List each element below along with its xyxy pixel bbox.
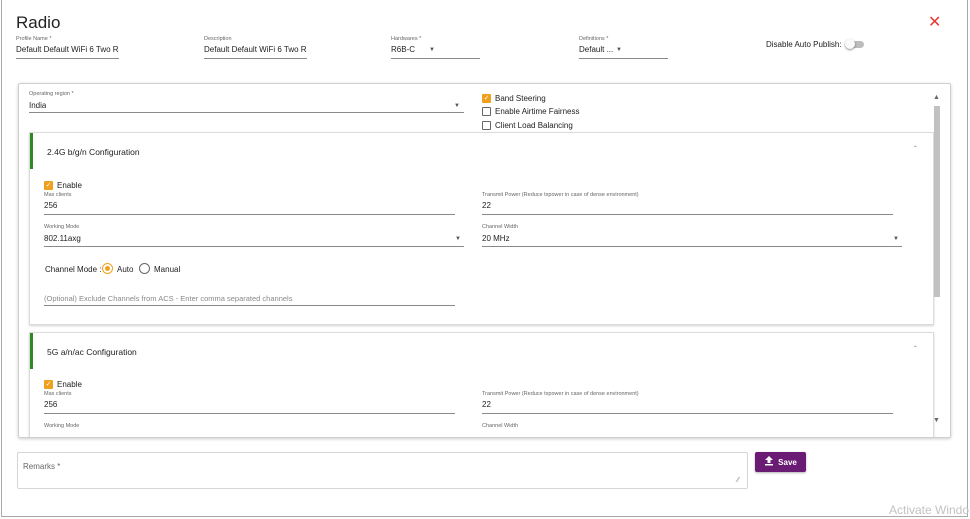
channel-width-label: Channel Width xyxy=(482,423,519,429)
remarks-label: Remarks * xyxy=(23,462,61,471)
max-clients-field[interactable]: 256 xyxy=(44,400,455,414)
chevron-down-icon: ▼ xyxy=(429,47,435,53)
hardware-select[interactable]: R6B-C ▼ xyxy=(391,45,480,59)
max-clients-field[interactable]: 256 xyxy=(44,201,455,215)
exclude-channels-input[interactable]: (Optional) Exclude Channels from ACS - E… xyxy=(44,291,455,306)
enable-5g-checkbox[interactable]: ✓ xyxy=(44,380,53,389)
card-accent xyxy=(30,133,33,169)
exclude-channels-placeholder: (Optional) Exclude Channels from ACS - E… xyxy=(44,294,293,303)
save-button[interactable]: Save xyxy=(755,452,806,472)
dialog-title: Radio xyxy=(16,13,61,32)
resize-handle-icon[interactable]: ⁄⁄ xyxy=(737,477,739,484)
working-mode-select[interactable]: 802.11axg ▼ xyxy=(44,233,464,247)
description-label: Description xyxy=(204,36,232,42)
radio-dialog: Radio ✕ Profile Name * Default Default W… xyxy=(1,0,970,517)
upload-icon xyxy=(764,456,774,468)
region-label: Operating region * xyxy=(29,91,74,97)
tx-power-label: Transmit Power (Reduce txpower in case o… xyxy=(482,391,639,397)
card-title-2g: 2.4G b/g/n Configuration xyxy=(47,147,140,157)
description-field[interactable]: Default Default WiFi 6 Two Ra xyxy=(204,45,307,59)
enable-5g-label: Enable xyxy=(57,380,82,389)
config-card-2g: 2.4G b/g/n Configuration ˆ ✓ Enable Max … xyxy=(29,132,934,325)
region-select[interactable]: India ▼ xyxy=(29,99,464,113)
remarks-textarea[interactable]: Remarks * ⁄⁄ xyxy=(17,452,748,489)
auto-publish-toggle[interactable] xyxy=(845,39,865,51)
max-clients-label: Max clients xyxy=(44,192,72,198)
chevron-down-icon: ▼ xyxy=(616,47,622,53)
working-mode-label: Working Mode xyxy=(44,423,80,429)
max-clients-label: Max clients xyxy=(44,391,72,397)
client-load-balancing-checkbox[interactable] xyxy=(482,121,491,130)
tx-power-field[interactable]: 22 xyxy=(482,201,893,215)
channel-mode-auto-radio[interactable] xyxy=(102,263,113,274)
chevron-up-icon[interactable]: ˆ xyxy=(914,345,917,354)
tx-power-field[interactable]: 22 xyxy=(482,400,893,414)
client-load-balancing-label: Client Load Balancing xyxy=(495,121,573,130)
scroll-down-arrow[interactable]: ▼ xyxy=(933,417,940,424)
scrollbar-thumb[interactable] xyxy=(934,106,940,297)
hardware-value: R6B-C xyxy=(391,45,416,54)
auto-publish-label: Disable Auto Publish: xyxy=(766,40,842,49)
card-title-5g: 5G a/n/ac Configuration xyxy=(47,347,137,357)
chevron-down-icon: ▼ xyxy=(454,103,460,109)
save-button-label: Save xyxy=(778,457,797,467)
card-accent xyxy=(30,333,33,369)
tx-power-label: Transmit Power (Reduce txpower in case o… xyxy=(482,192,639,198)
working-mode-value: 802.11axg xyxy=(44,234,81,243)
airtime-fairness-checkbox[interactable] xyxy=(482,107,491,116)
channel-width-value: 20 MHz xyxy=(482,234,510,243)
channel-mode-auto-label: Auto xyxy=(117,265,134,274)
channel-width-select[interactable]: 20 MHz ▼ xyxy=(482,233,902,247)
chevron-down-icon: ▼ xyxy=(893,236,899,242)
chevron-down-icon: ▼ xyxy=(455,236,461,242)
definitions-select[interactable]: Default ... ▼ xyxy=(579,45,668,59)
definitions-value: Default ... xyxy=(579,45,614,54)
definitions-label: Definitions * xyxy=(579,36,609,42)
channel-mode-manual-radio[interactable] xyxy=(139,263,150,274)
windows-activation-watermark: Activate Windo xyxy=(889,503,970,517)
band-steering-checkbox[interactable]: ✓ xyxy=(482,94,491,103)
toggle-knob xyxy=(845,39,855,49)
band-steering-label: Band Steering xyxy=(495,94,546,103)
scroll-up-arrow[interactable]: ▲ xyxy=(933,94,940,101)
airtime-fairness-label: Enable Airtime Fairness xyxy=(495,107,580,116)
channel-mode-label: Channel Mode : xyxy=(45,265,102,274)
config-card-5g: 5G a/n/ac Configuration ˆ ✓ Enable Max c… xyxy=(29,332,934,437)
close-icon[interactable]: ✕ xyxy=(928,15,941,31)
profile-name-label: Profile Name * xyxy=(16,36,52,42)
radio-config-panel: Operating region * India ▼ ✓ Band Steeri… xyxy=(18,83,951,438)
channel-width-label: Channel Width xyxy=(482,224,519,230)
hardware-label: Hardwares * xyxy=(391,36,422,42)
working-mode-label: Working Mode xyxy=(44,224,80,230)
chevron-up-icon[interactable]: ˆ xyxy=(914,145,917,154)
profile-name-field[interactable]: Default Default WiFi 6 Two Ra xyxy=(16,45,119,59)
enable-2g-checkbox[interactable]: ✓ xyxy=(44,181,53,190)
enable-2g-label: Enable xyxy=(57,181,82,190)
channel-mode-manual-label: Manual xyxy=(154,265,181,274)
region-value: India xyxy=(29,101,47,110)
